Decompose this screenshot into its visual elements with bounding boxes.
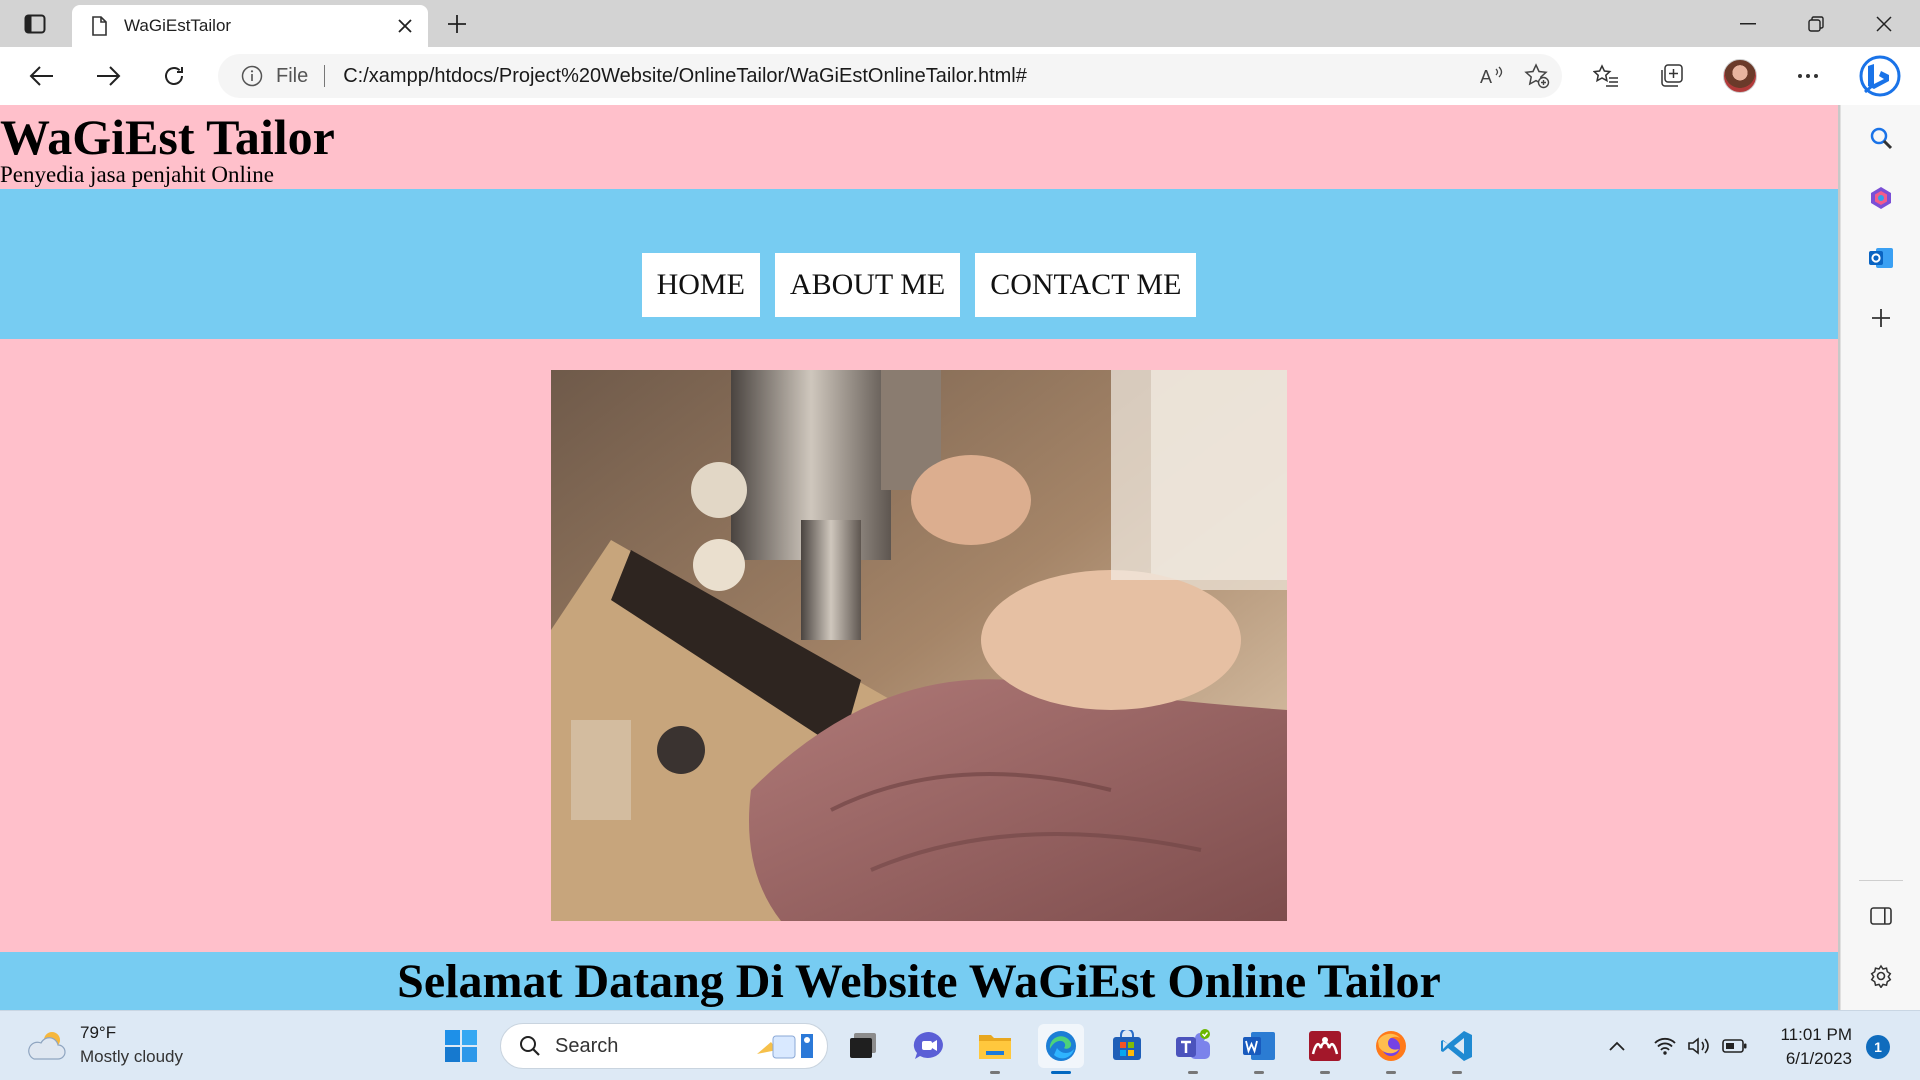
site-info-icon[interactable] [240,64,264,88]
browser-tab-active[interactable]: WaGiEstTailor [72,5,428,47]
window-close-icon[interactable] [1850,0,1918,47]
tab-title: WaGiEstTailor [124,16,232,35]
tray-overflow-chevron-icon[interactable] [1602,1029,1632,1063]
system-clock[interactable]: 11:01 PM 6/1/2023 [1768,1023,1852,1071]
running-indicator [1320,1071,1330,1074]
sidebar-office-icon[interactable] [1861,178,1901,218]
cloudy-weather-icon [26,1029,68,1061]
file-explorer-icon[interactable] [972,1024,1018,1074]
weather-condition: Mostly cloudy [80,1047,183,1066]
site-subtitle: Penyedia jasa penjahit Online [0,162,275,187]
collections-icon[interactable] [1652,57,1692,95]
sidebar-outlook-icon[interactable] [1861,238,1901,278]
weather-widget[interactable]: 79°F Mostly cloudy [26,1021,183,1069]
bing-copilot-icon[interactable] [1856,52,1904,100]
taskbar-search[interactable]: Search [500,1023,828,1069]
avatar [1723,59,1757,93]
edge-icon[interactable] [1038,1024,1084,1074]
browser-toolbar: File C:/xampp/htdocs/Project%20Website/O… [0,47,1920,105]
firefox-icon[interactable] [1368,1024,1414,1074]
running-indicator [990,1071,1000,1074]
notification-badge[interactable]: 1 [1866,1035,1890,1059]
restore-icon[interactable] [1782,0,1850,47]
vscode-icon[interactable] [1434,1024,1480,1074]
add-favorite-icon[interactable] [1518,57,1556,95]
weather-temperature: 79°F [80,1023,117,1042]
running-indicator [1254,1071,1264,1074]
page-icon [88,15,110,37]
edge-sidebar [1840,105,1920,1010]
store-icon[interactable] [1104,1024,1150,1068]
clock-date: 6/1/2023 [1785,1049,1852,1068]
more-options-icon[interactable] [1788,57,1828,95]
chat-icon[interactable] [906,1024,952,1068]
running-indicator [1188,1071,1198,1074]
sidebar-search-icon[interactable] [1861,118,1901,158]
nav-contact-link[interactable]: CONTACT ME [975,253,1197,317]
sidebar-hide-icon[interactable] [1861,896,1901,936]
address-bar[interactable]: File C:/xampp/htdocs/Project%20Website/O… [218,54,1562,98]
back-icon[interactable] [22,57,62,95]
nav-home-link[interactable]: HOME [641,253,760,317]
running-indicator [1452,1071,1462,1074]
url-text[interactable]: C:/xampp/htdocs/Project%20Website/Online… [343,65,1474,88]
svg-text:A: A [1480,67,1492,87]
clock-time: 11:01 PM [1780,1025,1852,1044]
task-view-icon[interactable] [840,1024,886,1068]
nav-about-link[interactable]: ABOUT ME [774,253,961,317]
search-highlight-icon [751,1028,821,1064]
refresh-icon[interactable] [154,57,194,95]
minimize-icon[interactable] [1714,0,1782,47]
wifi-icon[interactable] [1650,1029,1680,1063]
word-icon[interactable] [1236,1024,1282,1074]
sidebar-settings-icon[interactable] [1861,956,1901,996]
favorites-icon[interactable] [1586,57,1626,95]
search-label: Search [555,1034,619,1057]
page-viewport: WaGiEst Tailor Penyedia jasa penjahit On… [0,105,1838,1010]
start-icon[interactable] [438,1024,484,1068]
tab-close-icon[interactable] [392,13,418,39]
read-aloud-icon[interactable]: A [1474,57,1512,95]
site-title: WaGiEst Tailor [0,109,335,165]
tab-actions-icon[interactable] [18,10,52,38]
mendeley-icon[interactable] [1302,1024,1348,1074]
sidebar-add-icon[interactable] [1861,298,1901,338]
welcome-heading: Selamat Datang Di Website WaGiEst Online… [397,955,1441,1008]
volume-icon[interactable] [1684,1029,1714,1063]
battery-icon[interactable] [1720,1029,1750,1063]
main-nav: HOME ABOUT ME CONTACT ME [0,253,1838,317]
active-indicator [1051,1071,1071,1074]
running-indicator [1386,1071,1396,1074]
address-separator [324,65,326,87]
teams-icon[interactable] [1170,1024,1216,1074]
hero-image-sewing-machine [551,370,1287,921]
windows-taskbar: 79°F Mostly cloudy Search 11:01 PM 6/1/2… [0,1010,1920,1080]
search-icon [517,1033,543,1059]
tab-strip: WaGiEstTailor [0,0,1920,47]
sidebar-divider [1859,880,1903,881]
new-tab-icon[interactable] [440,9,474,39]
scheme-label: File [276,64,309,87]
profile-avatar[interactable] [1720,57,1760,95]
forward-icon[interactable] [88,57,128,95]
